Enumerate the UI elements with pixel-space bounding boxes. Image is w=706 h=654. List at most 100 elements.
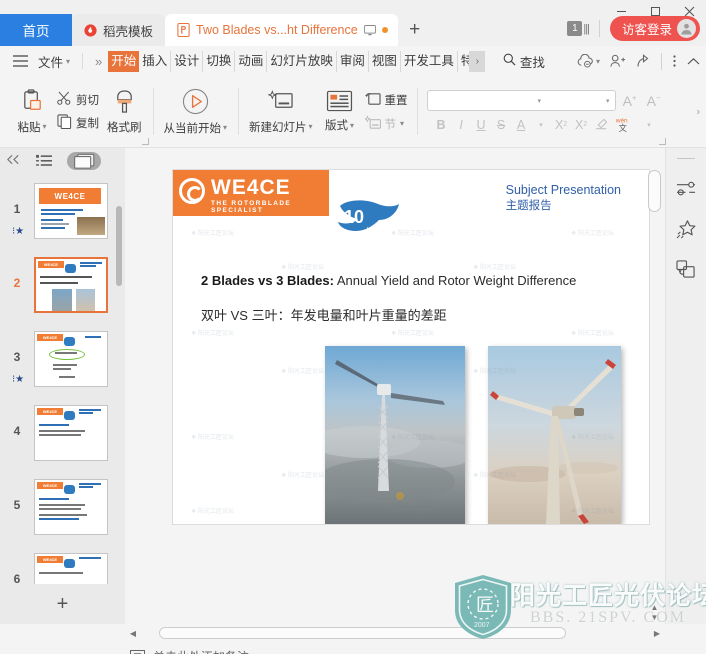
canvas-scrollbar-thumb[interactable] [648,170,661,212]
current-slide-canvas[interactable]: WE4CE THE ROTORBLADE SPECIALIST 10 years… [173,170,649,524]
chevron-down-icon: ▾ [66,56,71,66]
superscript-button[interactable]: X2 [552,116,570,133]
more-options-icon[interactable] [672,54,677,68]
new-slide-button[interactable]: 新建幻灯片 ▾ [244,87,318,137]
cut-button[interactable]: 剪切 [54,90,102,109]
scroll-right-icon[interactable]: ▶ [651,629,663,638]
font-color-button[interactable]: A [512,116,530,133]
slides-view-icon[interactable] [67,152,101,170]
file-menu-button[interactable]: 文件 ▾ [32,52,76,71]
share-icon[interactable] [636,54,651,68]
ribbon-tab-start[interactable]: 开始 [108,50,140,72]
ribbon-tab-review[interactable]: 审阅 [337,50,369,72]
ribbon-tab-transitions[interactable]: 切换 [203,50,236,72]
format-painter-label: 格式刷 [107,121,142,134]
bold-button[interactable]: B [432,116,450,133]
notes-pane[interactable]: 单击此处添加备注 [0,642,706,654]
tab-home[interactable]: 首页 [0,14,72,46]
expand-toolbar-icon[interactable]: » [89,54,108,69]
scroll-up-icon[interactable]: ▲ [651,604,659,612]
maximize-button[interactable] [638,0,672,22]
shrink-font-button[interactable]: A− [644,93,664,109]
chevron-down-icon[interactable]: ▾ [640,116,658,133]
underline-button[interactable]: U [472,116,490,133]
slide-thumbnail-3[interactable]: 3 ⁝★ WE4CE [0,326,125,400]
slide-panel-scrollbar[interactable] [116,206,122,286]
grow-font-button[interactable]: A+ [620,93,640,109]
duplicate-icon[interactable] [673,257,699,281]
strikethrough-button[interactable]: S [492,116,510,133]
hscroll-thumb[interactable] [159,627,566,639]
new-tab-button[interactable]: + [398,14,432,46]
slide-thumbnail-2[interactable]: 2 WE4CE [0,252,125,326]
layout-button[interactable]: 版式 ▾ [318,88,362,135]
presenter-screen-icon[interactable] [363,24,376,36]
find-button[interactable]: 查找 [503,52,545,71]
hamburger-menu-icon[interactable] [8,55,32,67]
divider [661,52,662,70]
slide-editing-area[interactable]: WE4CE THE ROTORBLADE SPECIALIST 10 years… [125,148,665,624]
copy-button[interactable]: 复制 [54,113,102,133]
ribbon-tab-view[interactable]: 视图 [369,50,401,72]
font-controls: ▾ ▾ [426,90,616,111]
ribbon-tabs-more-button[interactable]: › [469,50,485,72]
ribbon-more-button[interactable]: › [693,102,704,121]
sliders-icon[interactable] [673,177,699,201]
slide-number: 6 [13,572,21,584]
unsaved-indicator [381,27,388,33]
slide-thumbnail-4[interactable]: 4 WE4CE [0,400,125,474]
minimize-button[interactable] [604,0,638,22]
subscript-button[interactable]: X2 [572,116,590,133]
reset-button[interactable]: 重置 [362,90,411,110]
ribbon-tab-developer[interactable]: 开发工具 [401,50,458,72]
clipboard-small-buttons: 剪切 复制 [54,90,102,133]
layout-label: 版式 [325,120,349,132]
cloud-sync-icon[interactable]: ▾ [577,54,600,68]
scroll-left-icon[interactable]: ◀ [127,629,139,638]
clipboard-dialog-launcher[interactable] [141,138,149,145]
canvas-horizontal-scrollbar[interactable]: ◀ ▶ [0,624,706,642]
add-slide-button[interactable]: + [0,584,125,624]
hscroll-track[interactable] [139,627,651,639]
tab-document-active[interactable]: Two Blades vs...ht Difference [165,14,398,46]
outline-view-icon[interactable] [33,152,55,170]
font-dialog-launcher[interactable] [658,138,666,145]
magic-star-icon[interactable] [673,217,699,241]
section-button[interactable]: 节 ▾ [362,114,411,134]
chevron-down-icon[interactable]: ▾ [532,116,550,133]
chevron-down-icon[interactable]: ▾ [606,97,615,105]
slide-title-cn[interactable]: 双叶 VS 三叶：年发电量和叶片重量的差距 [201,305,447,324]
chevron-down-icon[interactable]: ▾ [538,97,547,105]
canvas-vertical-scrollbar[interactable] [648,160,661,586]
slide-image-three-blade-turbine[interactable] [488,346,621,524]
slide-image-two-blade-turbine[interactable] [325,346,465,524]
slide-thumbnail-6[interactable]: 6 WE4CE [0,548,125,584]
format-painter-button[interactable]: 格式刷 [102,87,147,137]
slide-thumbnail-1[interactable]: 1 ⁝★ WE4CE [0,178,125,252]
open-documents-count[interactable]: 1 ||| [567,21,590,36]
paste-button[interactable]: 粘贴 ▾ [10,87,54,137]
ribbon-tab-insert[interactable]: 插入 [139,50,172,72]
italic-button[interactable]: I [452,116,470,133]
ribbon-tab-slideshow[interactable]: 幻灯片放映 [267,50,337,72]
font-size-field[interactable]: ▾ [546,91,615,110]
tab-daoke-template[interactable]: 稻壳模板 [72,14,166,46]
add-slide-label: + [56,592,69,615]
close-button[interactable] [672,0,706,22]
next-slide-icon[interactable]: ▼ [651,614,659,622]
slide-thumbnail-5[interactable]: 5 WE4CE [0,474,125,548]
collapse-ribbon-icon[interactable] [687,57,700,66]
start-from-current-button[interactable]: 从当前开始 ▾ [159,86,233,138]
previous-slide-icon[interactable]: ▼ [651,594,659,602]
thumbnail-canvas: WE4CE [34,183,108,239]
add-collaborator-icon[interactable] [610,54,626,68]
thumbnail-canvas: WE4CE [34,479,108,535]
ribbon-tab-design[interactable]: 设计 [171,50,204,72]
pinyin-guide-button[interactable]: wén 文 [612,116,638,133]
clear-format-icon[interactable] [592,116,610,133]
slide-title-en[interactable]: 2 Blades vs 3 Blades: Annual Yield and R… [201,273,576,288]
ribbon-tab-special[interactable]: 特 [458,50,470,72]
font-name-field[interactable]: ▾ [428,91,547,110]
ribbon-tab-animation[interactable]: 动画 [235,50,268,72]
collapse-panel-button[interactable] [6,154,21,168]
